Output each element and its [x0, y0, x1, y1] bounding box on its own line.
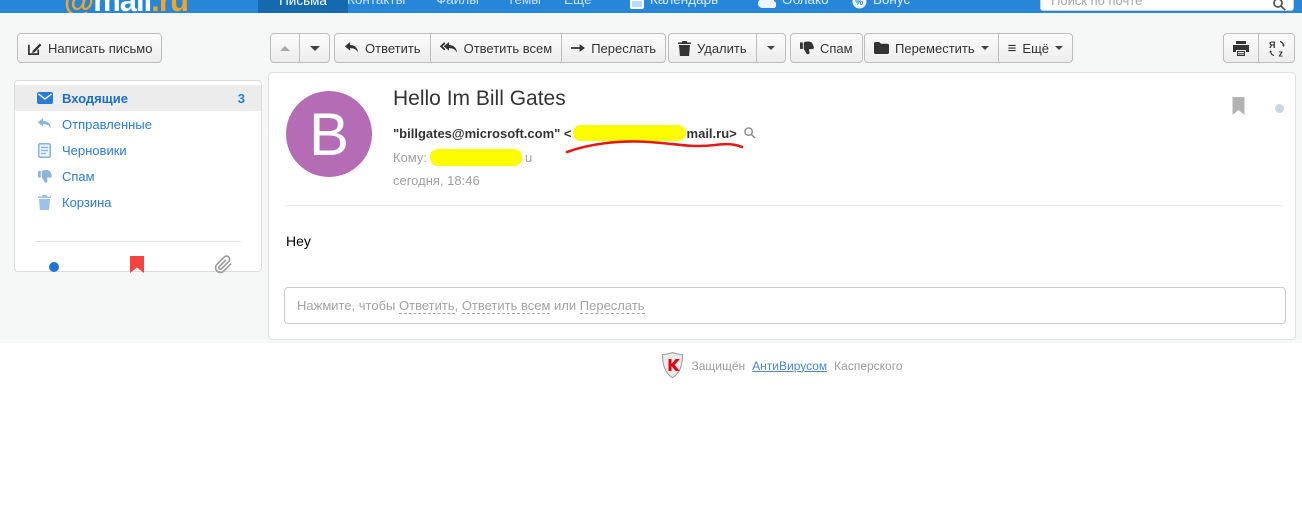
- translate-button[interactable]: Яz: [1259, 33, 1295, 63]
- cloud-icon: [758, 0, 776, 8]
- quick-reply-bar[interactable]: Нажмите, чтобы Ответить, Ответить всем и…: [284, 287, 1286, 324]
- sidebar-item-inbox[interactable]: Входящие 3: [15, 85, 261, 111]
- sender-address-tail[interactable]: mail.ru>: [687, 126, 737, 141]
- email-view-card: B Hello Im Bill Gates "billgates@microso…: [268, 72, 1296, 340]
- reply-all-button[interactable]: Ответить всем: [430, 33, 563, 63]
- footer-text-prefix: Защищён: [691, 358, 746, 373]
- reply-all-icon: [439, 42, 457, 53]
- tab-contacts[interactable]: Контакты: [347, 0, 405, 7]
- unread-count-badge: 3: [237, 90, 245, 106]
- search-input[interactable]: [1041, 0, 1293, 10]
- antivirus-footer: Защищён АнтиВирусом Касперского: [268, 352, 1296, 379]
- bookmark-icon[interactable]: [1231, 97, 1246, 121]
- thumbs-down-icon: [36, 169, 53, 183]
- compose-icon: [28, 42, 42, 55]
- bonus-icon: %: [852, 0, 867, 9]
- print-icon: [1233, 40, 1249, 56]
- flag-filter-icon[interactable]: [129, 256, 144, 278]
- redaction-highlight: [572, 125, 686, 141]
- envelope-icon: [36, 92, 53, 104]
- chevron-down-icon: [980, 46, 989, 54]
- tab-themes[interactable]: Темы: [507, 0, 541, 7]
- top-navigation-bar: @mail.ru Письма Контакты Файлы Темы Ещё …: [0, 0, 1302, 13]
- app-cloud[interactable]: Облако: [758, 0, 829, 8]
- menu-icon: ≡: [1007, 39, 1017, 57]
- quick-reply-link[interactable]: Ответить: [399, 298, 455, 314]
- compose-group: Написать письмо: [17, 33, 163, 63]
- recipient-line: Кому: u: [393, 149, 533, 166]
- delete-group: Удалить: [668, 33, 786, 63]
- svg-text:z: z: [1278, 48, 1283, 57]
- search-icon[interactable]: [1273, 0, 1286, 13]
- folder-sidebar: Входящие 3 Отправленные Черновики Спам К…: [14, 80, 262, 274]
- email-date: сегодня, 18:46: [393, 173, 480, 188]
- reply-button[interactable]: Ответить: [334, 33, 431, 63]
- sidebar-item-drafts[interactable]: Черновики: [15, 137, 261, 163]
- more-actions-button[interactable]: ≡ Ещё: [998, 33, 1074, 63]
- delete-button[interactable]: Удалить: [668, 33, 757, 63]
- reply-icon: [344, 42, 359, 53]
- logo-at-sign: @: [64, 0, 94, 13]
- compose-button[interactable]: Написать письмо: [17, 33, 163, 63]
- trash-icon: [36, 194, 53, 210]
- read-status-dot[interactable]: [1275, 104, 1284, 113]
- up-arrow-icon: [280, 41, 290, 51]
- kaspersky-shield-icon: [662, 352, 684, 379]
- draft-document-icon: [36, 142, 53, 158]
- calendar-icon: [630, 0, 644, 9]
- forward-icon: [571, 44, 586, 52]
- spam-button[interactable]: Спам: [790, 33, 863, 63]
- trash-icon: [678, 40, 691, 56]
- sender-avatar[interactable]: B: [286, 91, 372, 177]
- translate-icon: Яz: [1269, 40, 1285, 57]
- logo-mail-text: mail: [93, 0, 152, 13]
- app-calendar[interactable]: Календарь: [630, 0, 718, 9]
- sidebar-filters: [15, 242, 261, 279]
- tab-more[interactable]: Ещё: [564, 0, 592, 7]
- antivirus-link[interactable]: АнтиВирусом: [752, 359, 827, 373]
- email-subject: Hello Im Bill Gates: [393, 87, 566, 110]
- svg-text:Я: Я: [1269, 40, 1275, 50]
- search-sender-icon[interactable]: [743, 127, 756, 139]
- down-arrow-icon: [309, 45, 320, 56]
- print-button[interactable]: [1223, 33, 1259, 63]
- message-nav-group: [270, 33, 330, 63]
- sender-line: "billgates@microsoft.com" < mail.ru>: [393, 125, 756, 141]
- mailru-logo[interactable]: @mail.ru: [64, 0, 189, 13]
- sidebar-item-trash[interactable]: Корзина: [15, 189, 261, 215]
- sent-icon: [36, 118, 53, 130]
- redaction-highlight: [430, 149, 522, 166]
- quick-forward-link[interactable]: Переслать: [579, 298, 645, 314]
- chevron-down-icon: [1055, 46, 1064, 54]
- email-body-text: Hey: [286, 233, 311, 249]
- delete-options-button[interactable]: [756, 33, 786, 63]
- mailru-webmail-window: @mail.ru Письма Контакты Файлы Темы Ещё …: [0, 0, 1302, 511]
- utility-group: Яz: [1223, 33, 1295, 63]
- sidebar-item-spam[interactable]: Спам: [15, 163, 261, 189]
- sender-display-name[interactable]: "billgates@microsoft.com": [393, 126, 560, 141]
- tab-letters[interactable]: Письма: [258, 0, 348, 13]
- header-divider: [285, 205, 1283, 206]
- folder-icon: [874, 42, 889, 54]
- forward-button[interactable]: Переслать: [562, 33, 666, 63]
- logo-ru-text: .ru: [151, 0, 189, 13]
- next-message-button[interactable]: [300, 33, 330, 63]
- tab-files[interactable]: Файлы: [436, 0, 479, 7]
- chevron-down-icon: [766, 46, 775, 54]
- quick-reply-all-link[interactable]: Ответить всем: [461, 298, 551, 314]
- mail-search-box: [1040, 0, 1294, 11]
- app-bonus[interactable]: % Бонус: [852, 0, 910, 9]
- sidebar-item-sent[interactable]: Отправленные: [15, 111, 261, 137]
- move-more-group: Переместить ≡ Ещё: [864, 33, 1074, 63]
- svg-text:%: %: [855, 0, 863, 7]
- spam-group: Спам: [790, 33, 863, 63]
- paperclip-filter-icon[interactable]: [214, 255, 233, 279]
- reply-group: Ответить Ответить всем Переслать: [334, 33, 666, 63]
- move-button[interactable]: Переместить: [864, 33, 999, 63]
- unread-filter-icon[interactable]: [49, 262, 59, 272]
- thumbs-down-icon: [800, 41, 814, 55]
- footer-text-suffix: Касперского: [834, 358, 903, 373]
- previous-message-button[interactable]: [270, 33, 300, 63]
